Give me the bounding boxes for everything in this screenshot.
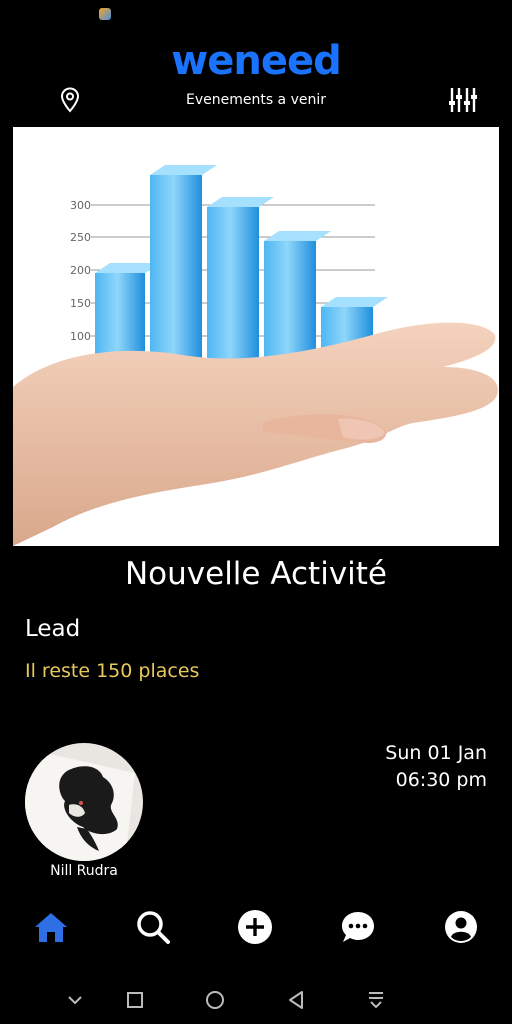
status-bar (0, 0, 512, 30)
host-avatar[interactable] (25, 743, 143, 861)
event-datetime: Sun 01 Jan 06:30 pm (385, 740, 487, 794)
places-remaining: Il reste 150 places (25, 660, 200, 682)
home-circle-icon[interactable] (203, 988, 227, 1012)
chart-tick-label: 250 (70, 231, 91, 244)
chart-tick-label: 100 (70, 330, 91, 343)
chat-icon[interactable] (340, 909, 376, 945)
filter-icon[interactable] (448, 86, 478, 114)
event-image: 300 250 200 150 100 (13, 127, 499, 546)
app-logo: weneed (171, 38, 341, 84)
chart-tick-label: 200 (70, 264, 91, 277)
profile-icon[interactable] (443, 909, 479, 945)
app-header: weneed Evenements a venir (0, 30, 512, 126)
event-title: Nouvelle Activité (124, 556, 388, 592)
chart-tick-label: 300 (70, 199, 91, 212)
back-triangle-icon[interactable] (284, 988, 308, 1012)
home-icon[interactable] (33, 909, 69, 945)
search-icon[interactable] (135, 909, 171, 945)
recents-square-icon[interactable] (123, 988, 147, 1012)
add-icon[interactable] (237, 909, 273, 945)
event-date: Sun 01 Jan (385, 742, 487, 764)
event-category: Lead (25, 616, 81, 642)
event-time: 06:30 pm (395, 769, 487, 791)
bottom-navigation (0, 895, 512, 959)
chevron-down-icon[interactable] (63, 988, 87, 1012)
location-icon[interactable] (58, 87, 82, 113)
app-notification-icon (99, 8, 111, 20)
system-navigation-bar (0, 976, 512, 1024)
host-name: Nill Rudra (50, 863, 118, 879)
notification-shade-icon[interactable] (364, 988, 388, 1012)
chart-tick-label: 150 (70, 297, 91, 310)
